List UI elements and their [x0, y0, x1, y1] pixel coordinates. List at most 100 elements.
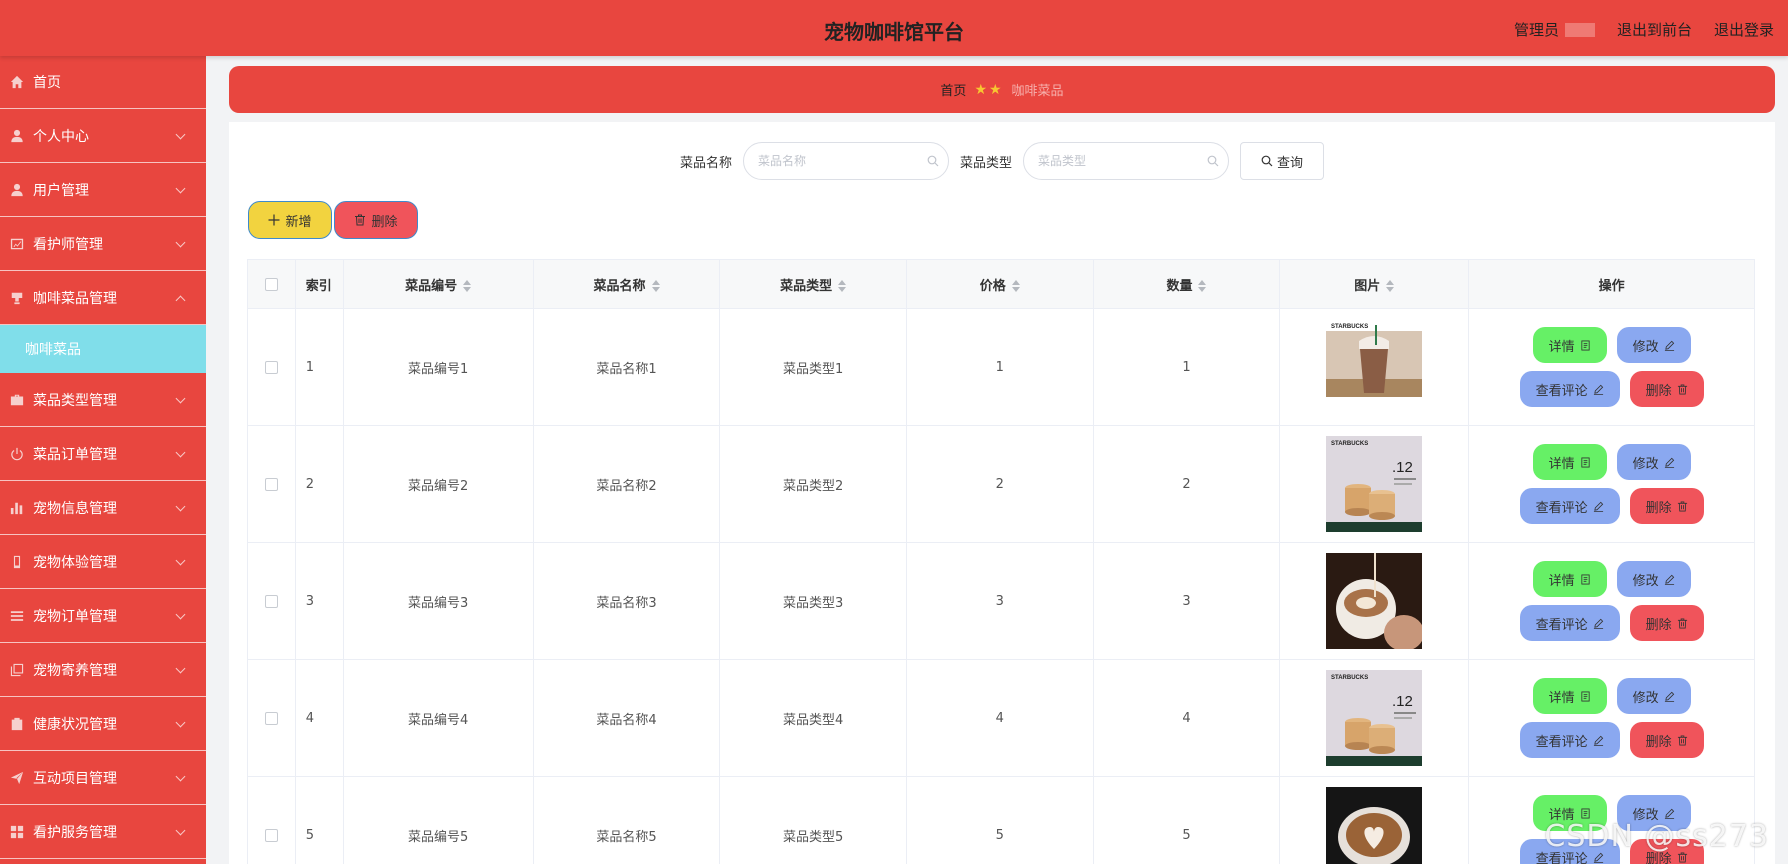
edit-button[interactable]: 修改: [1616, 444, 1691, 480]
sidebar-item-home[interactable]: 首页: [0, 56, 206, 109]
pencil-icon: [1593, 384, 1603, 395]
edit-button[interactable]: 修改: [1616, 561, 1691, 597]
sidebar-item-personal-center[interactable]: 个人中心: [0, 109, 206, 163]
chevron-down-icon: [175, 183, 186, 194]
view-reviews-button[interactable]: 查看评论: [1519, 605, 1620, 641]
row-checkbox[interactable]: [264, 477, 278, 491]
sidebar-item-dish-order-management[interactable]: 菜品订单管理: [0, 427, 206, 481]
sidebar-item-interaction-management[interactable]: 互动项目管理: [0, 751, 206, 805]
add-button[interactable]: 新增: [248, 201, 332, 239]
sidebar-item-health-management[interactable]: 健康状况管理: [0, 697, 206, 751]
dish-image[interactable]: [1280, 553, 1468, 649]
detail-button[interactable]: 详情: [1532, 327, 1607, 363]
select-all-checkbox[interactable]: [264, 277, 278, 291]
delete-button[interactable]: 删除: [1629, 605, 1704, 641]
sidebar-item-label: 看护师管理: [33, 236, 103, 253]
header-name[interactable]: 菜品名称: [532, 259, 721, 309]
edit-button[interactable]: 修改: [1616, 795, 1691, 831]
user-role-label: 管理员: [1513, 21, 1559, 39]
query-button[interactable]: 查询: [1240, 142, 1325, 180]
sidebar-item-caretaker-management[interactable]: 看护师管理: [0, 217, 206, 271]
header-code[interactable]: 菜品编号: [342, 259, 534, 309]
sidebar-item-pet-order-management[interactable]: 宠物订单管理: [0, 589, 206, 643]
logout-link[interactable]: 退出登录: [1714, 19, 1774, 40]
header-image[interactable]: 图片: [1279, 259, 1470, 309]
dish-type-input[interactable]: [1024, 143, 1229, 179]
row-checkbox[interactable]: [264, 594, 278, 608]
document-icon: [1581, 808, 1590, 818]
delete-button[interactable]: 删除: [1629, 488, 1704, 524]
row-ops-cell: 详情 修改 查看评论 删除: [1468, 659, 1755, 777]
dish-image[interactable]: STARBUCKS: [1280, 319, 1468, 415]
edit-button[interactable]: 修改: [1616, 327, 1691, 363]
sidebar-item-pet-info-management[interactable]: 宠物信息管理: [0, 481, 206, 535]
copy-icon: [10, 663, 24, 677]
row-price: 1: [905, 308, 1094, 426]
header-type[interactable]: 菜品类型: [719, 259, 907, 309]
detail-button[interactable]: 详情: [1532, 678, 1607, 714]
sort-icon[interactable]: [651, 280, 660, 292]
sidebar-item-pet-experience-management[interactable]: 宠物体验管理: [0, 535, 206, 589]
trash-icon: [1677, 501, 1687, 511]
sidebar-item-pet-boarding-management[interactable]: 宠物寄养管理: [0, 643, 206, 697]
detail-button[interactable]: 详情: [1532, 444, 1607, 480]
sort-icon[interactable]: [1198, 280, 1207, 292]
sort-icon[interactable]: [1011, 280, 1020, 292]
search-icon: [1261, 155, 1273, 167]
row-select-cell: [247, 776, 296, 864]
edit-button[interactable]: 修改: [1616, 678, 1691, 714]
delete-button[interactable]: 删除: [1629, 371, 1704, 407]
row-checkbox[interactable]: [264, 711, 278, 725]
detail-button-label: 详情: [1548, 456, 1575, 472]
batch-delete-button[interactable]: 删除: [334, 201, 418, 239]
sidebar-item-label: 菜品订单管理: [33, 446, 117, 463]
grid-icon: [10, 825, 24, 839]
sidebar-item-coffee-dish-management[interactable]: 咖啡菜品管理: [0, 271, 206, 325]
delete-button[interactable]: 删除: [1629, 839, 1704, 864]
row-qty: 5: [1092, 776, 1281, 864]
chevron-down-icon: [175, 825, 186, 836]
briefcase-icon: [10, 393, 24, 407]
delete-button[interactable]: 删除: [1629, 722, 1704, 758]
dish-name-input[interactable]: [744, 143, 948, 179]
detail-button[interactable]: 详情: [1532, 561, 1607, 597]
dish-image[interactable]: STARBUCKS .12: [1280, 436, 1468, 532]
view-reviews-button[interactable]: 查看评论: [1519, 839, 1620, 864]
sort-icon[interactable]: [1386, 280, 1395, 292]
sort-icon[interactable]: [463, 280, 472, 292]
pencil-icon: [1593, 618, 1603, 629]
sort-icon[interactable]: [838, 280, 847, 292]
sidebar-item-dish-type-management[interactable]: 菜品类型管理: [0, 373, 206, 427]
row-type: 菜品类型5: [719, 776, 907, 864]
row-price: 5: [905, 776, 1094, 864]
pencil-icon: [1664, 808, 1674, 819]
svg-text:STARBUCKS: STARBUCKS: [1331, 441, 1368, 447]
detail-button[interactable]: 详情: [1532, 795, 1607, 831]
table-row: 4 菜品编号4 菜品名称4 菜品类型4 4 4 STARBUCKS .12 详情 …: [247, 659, 1755, 777]
view-reviews-button[interactable]: 查看评论: [1519, 488, 1620, 524]
row-name: 菜品名称5: [532, 776, 721, 864]
sidebar-item-user-management[interactable]: 用户管理: [0, 163, 206, 217]
document-icon: [1581, 574, 1590, 584]
view-reviews-button[interactable]: 查看评论: [1519, 371, 1620, 407]
table-row: 3 菜品编号3 菜品名称3 菜品类型3 3 3 详情 修改 查看评论 删除: [247, 542, 1755, 660]
exit-to-front-link[interactable]: 退出到前台: [1617, 19, 1692, 40]
dish-image[interactable]: STARBUCKS .12: [1280, 670, 1468, 766]
sidebar-item-label: 宠物信息管理: [33, 500, 117, 517]
header-price[interactable]: 价格: [905, 259, 1094, 309]
bar-chart-icon: [10, 501, 24, 515]
delete-button-label: 删除: [1645, 617, 1672, 633]
sidebar-item-label: 健康状况管理: [33, 716, 117, 733]
sidebar-item-care-service-management[interactable]: 看护服务管理: [0, 805, 206, 859]
view-reviews-button[interactable]: 查看评论: [1519, 722, 1620, 758]
row-checkbox[interactable]: [264, 360, 278, 374]
header-qty[interactable]: 数量: [1092, 259, 1281, 309]
breadcrumb-home[interactable]: 首页: [940, 80, 966, 99]
sidebar-item-label: 宠物订单管理: [33, 608, 117, 625]
row-checkbox[interactable]: [264, 828, 278, 842]
row-ops-cell: 详情 修改 查看评论 删除: [1468, 425, 1755, 543]
dish-image[interactable]: [1280, 787, 1468, 864]
trash-icon: [355, 214, 366, 226]
row-code: 菜品编号2: [342, 425, 534, 543]
sidebar-subitem-coffee-dish[interactable]: 咖啡菜品: [0, 325, 206, 373]
